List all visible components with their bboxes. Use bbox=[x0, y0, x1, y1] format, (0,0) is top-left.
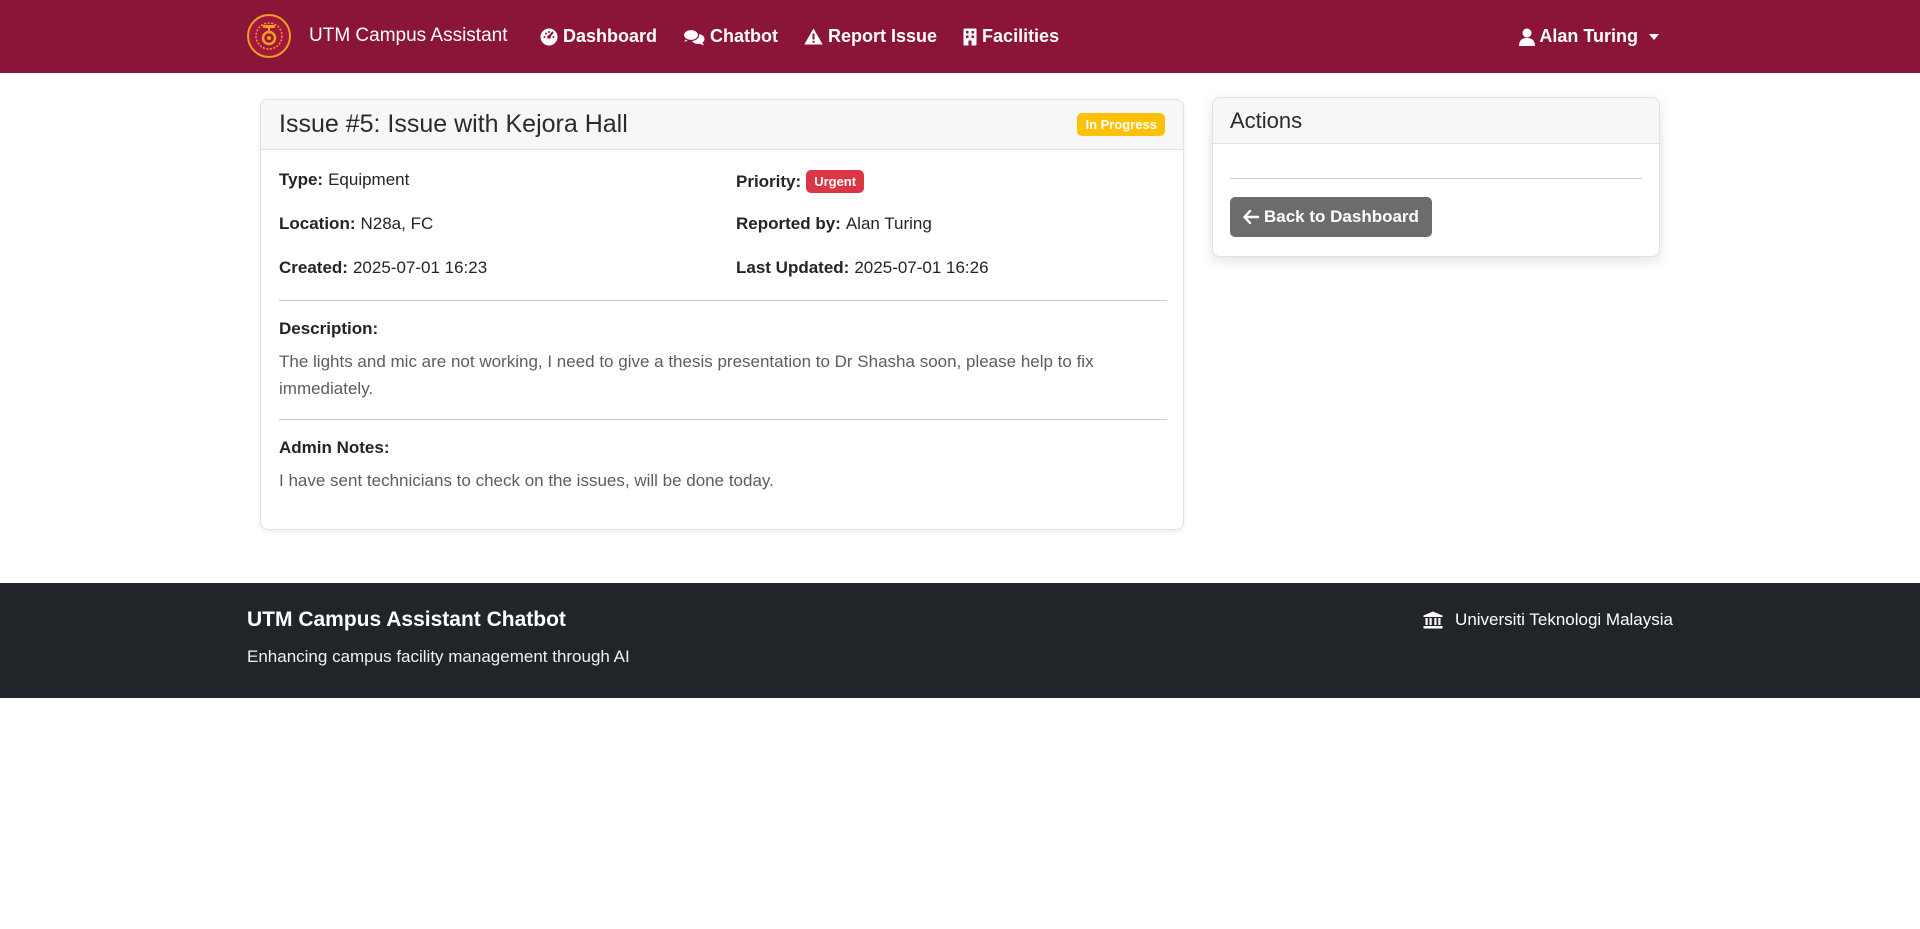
back-to-dashboard-button[interactable]: Back to Dashboard bbox=[1230, 197, 1432, 237]
reported-by-field: Reported by: Alan Turing bbox=[736, 214, 932, 234]
created-label: Created: bbox=[279, 258, 348, 277]
priority-badge: Urgent bbox=[806, 170, 865, 193]
divider bbox=[279, 419, 1167, 420]
footer-university: Universiti Teknologi Malaysia bbox=[1423, 610, 1673, 630]
description-label: Description: bbox=[279, 319, 379, 338]
nav-dashboard-label: Dashboard bbox=[563, 26, 658, 46]
nav-chatbot-label: Chatbot bbox=[710, 26, 779, 46]
nav-report-issue-label: Report Issue bbox=[828, 26, 938, 46]
type-label: Type: bbox=[279, 170, 324, 189]
actions-card: Actions Back to Dashboard bbox=[1212, 97, 1660, 257]
nav-report-issue[interactable]: Report Issue bbox=[804, 26, 937, 47]
user-name: Alan Turing bbox=[1539, 26, 1638, 46]
footer-title: UTM Campus Assistant Chatbot bbox=[247, 608, 566, 631]
building-icon bbox=[963, 28, 977, 45]
priority-field: Priority: Urgent bbox=[736, 170, 865, 193]
created-value: 2025-07-01 16:23 bbox=[352, 258, 488, 277]
gauge-icon bbox=[540, 28, 558, 45]
nav-chatbot[interactable]: Chatbot bbox=[683, 26, 778, 47]
user-icon bbox=[1519, 28, 1536, 46]
comments-icon bbox=[683, 28, 705, 45]
back-to-dashboard-label: Back to Dashboard bbox=[1264, 207, 1419, 226]
chevron-down-icon bbox=[1649, 33, 1659, 40]
divider bbox=[1230, 178, 1642, 179]
updated-value: 2025-07-01 16:26 bbox=[854, 258, 989, 277]
priority-label: Priority: bbox=[736, 171, 802, 191]
user-dropdown[interactable]: Alan Turing bbox=[1519, 0, 1659, 73]
brand-link[interactable]: UTM Campus Assistant bbox=[247, 14, 508, 58]
updated-field: Last Updated: 2025-07-01 16:26 bbox=[736, 258, 989, 278]
reported-by-label: Reported by: bbox=[736, 214, 841, 233]
status-badge: In Progress bbox=[1077, 113, 1165, 136]
top-navbar: UTM Campus Assistant Dashboard Chatbot R… bbox=[0, 0, 1920, 73]
type-field: Type: Equipment bbox=[279, 170, 409, 190]
utm-logo-icon bbox=[247, 14, 291, 58]
nav-dashboard[interactable]: Dashboard bbox=[540, 26, 657, 47]
nav-links: Dashboard Chatbot Report Issue Facilitie… bbox=[540, 0, 1085, 73]
nav-facilities[interactable]: Facilities bbox=[963, 26, 1059, 47]
location-value: N28a, FC bbox=[360, 214, 434, 233]
warning-icon bbox=[804, 28, 823, 45]
university-icon bbox=[1423, 611, 1443, 629]
type-value: Equipment bbox=[328, 170, 410, 189]
issue-title: Issue #5: Issue with Kejora Hall bbox=[279, 110, 628, 138]
footer: UTM Campus Assistant Chatbot Enhancing c… bbox=[0, 583, 1920, 698]
created-field: Created: 2025-07-01 16:23 bbox=[279, 258, 487, 278]
admin-notes-text: I have sent technicians to check on the … bbox=[279, 471, 774, 490]
admin-notes-label: Admin Notes: bbox=[279, 438, 390, 457]
arrow-left-icon bbox=[1243, 210, 1259, 224]
footer-subtitle: Enhancing campus facility management thr… bbox=[247, 647, 630, 666]
university-name: Universiti Teknologi Malaysia bbox=[1455, 610, 1673, 629]
issue-card-header: Issue #5: Issue with Kejora Hall In Prog… bbox=[261, 100, 1183, 150]
nav-facilities-label: Facilities bbox=[982, 26, 1060, 46]
brand-title: UTM Campus Assistant bbox=[309, 25, 508, 46]
description-text: The lights and mic are not working, I ne… bbox=[279, 352, 1094, 398]
issue-detail-card: Issue #5: Issue with Kejora Hall In Prog… bbox=[260, 99, 1184, 530]
actions-title: Actions bbox=[1213, 98, 1659, 144]
updated-label: Last Updated: bbox=[736, 258, 850, 277]
reported-by-value: Alan Turing bbox=[845, 214, 932, 233]
location-field: Location: N28a, FC bbox=[279, 214, 433, 234]
divider bbox=[279, 300, 1167, 301]
location-label: Location: bbox=[279, 214, 356, 233]
